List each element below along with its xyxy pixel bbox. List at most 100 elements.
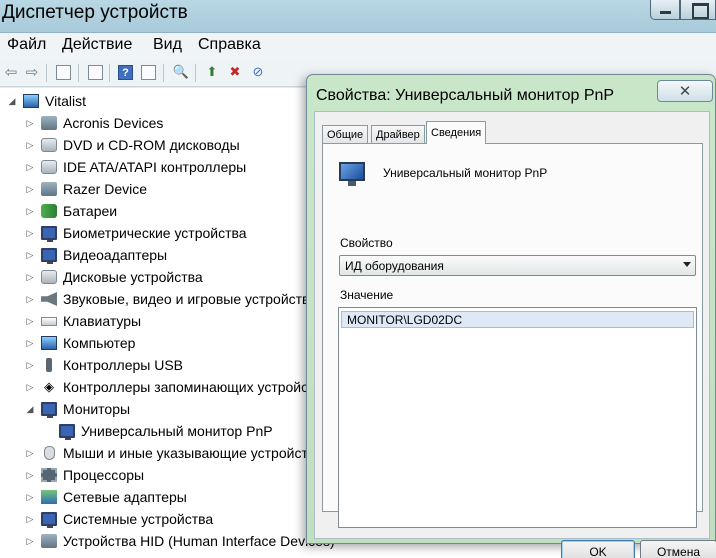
tree-item-generic-pnp-monitor[interactable]: Универсальный монитор PnP xyxy=(59,420,273,442)
device-name: Универсальный монитор PnP xyxy=(383,166,548,180)
computer-icon xyxy=(41,336,57,350)
storage-controller-icon: ◈ xyxy=(44,379,54,394)
monitor-icon xyxy=(59,424,75,440)
dvd-drive-icon xyxy=(41,138,57,152)
tree-item-sound[interactable]: ▷ Звуковые, видео и игровые устройства xyxy=(25,288,318,310)
battery-icon xyxy=(41,204,57,218)
tree-item-ide[interactable]: ▷ IDE ATA/ATAPI контроллеры xyxy=(25,156,247,178)
expand-triangle-icon[interactable]: ▷ xyxy=(25,382,35,393)
device-icon xyxy=(41,116,57,130)
update-driver-icon[interactable]: ⬆ xyxy=(203,63,221,81)
collapse-triangle-icon[interactable]: ◢ xyxy=(25,404,35,415)
expand-triangle-icon[interactable]: ▷ xyxy=(25,492,35,503)
chevron-down-icon xyxy=(683,262,691,267)
tree-item-storage-controllers[interactable]: ▷ ◈ Контроллеры запоминающих устройств xyxy=(25,376,322,398)
property-select[interactable]: ИД оборудования xyxy=(339,255,696,276)
property-select-value: ИД оборудования xyxy=(345,259,444,273)
system-device-icon xyxy=(41,512,57,528)
speaker-icon xyxy=(41,292,57,306)
expand-triangle-icon[interactable]: ▷ xyxy=(25,360,35,371)
forward-arrow-icon[interactable]: ⇨ xyxy=(23,63,41,81)
ide-controller-icon xyxy=(41,160,57,174)
expand-triangle-icon[interactable]: ▷ xyxy=(25,294,35,305)
properties-dialog: Свойства: Универсальный монитор PnP ✕ Об… xyxy=(306,74,716,558)
tree-item-system-devices[interactable]: ▷ Системные устройства xyxy=(25,508,213,530)
window-title: Диспетчер устройств xyxy=(2,2,188,23)
tree-item-keyboards[interactable]: ▷ Клавиатуры xyxy=(25,310,142,332)
toolbar-separator xyxy=(163,64,164,82)
details-panel: Универсальный монитор PnP Свойство ИД об… xyxy=(322,143,703,528)
tree-item-network-adapters[interactable]: ▷ Сетевые адаптеры xyxy=(25,486,187,508)
expand-triangle-icon[interactable]: ▷ xyxy=(25,338,35,349)
properties-icon[interactable] xyxy=(88,65,103,80)
tree-item-dvd[interactable]: ▷ DVD и CD-ROM дисководы xyxy=(25,134,240,156)
ok-button[interactable]: OK xyxy=(561,540,635,558)
value-list[interactable]: MONITOR\LGD02DC xyxy=(338,307,697,528)
tree-item-video-adapters[interactable]: ▷ Видеоадаптеры xyxy=(25,244,167,266)
minimize-button[interactable] xyxy=(650,0,680,20)
cancel-button[interactable]: Отмена xyxy=(640,540,716,558)
tree-item-acronis[interactable]: ▷ Acronis Devices xyxy=(25,112,164,134)
value-label: Значение xyxy=(340,288,394,302)
list-item[interactable]: MONITOR\LGD02DC xyxy=(341,311,694,328)
property-label: Свойство xyxy=(340,236,393,250)
expand-triangle-icon[interactable]: ▷ xyxy=(25,118,35,129)
help-icon[interactable]: ? xyxy=(118,65,133,80)
scan-hardware-icon[interactable]: 🔍 xyxy=(172,63,190,81)
maximize-button[interactable] xyxy=(680,0,716,20)
tree-item-usb[interactable]: ▷ Контроллеры USB xyxy=(25,354,183,376)
menu-view[interactable]: Вид xyxy=(153,36,182,54)
toolbar-separator xyxy=(46,64,47,82)
expand-triangle-icon[interactable]: ▷ xyxy=(25,228,35,239)
expand-triangle-icon[interactable]: ▷ xyxy=(25,470,35,481)
toolbar-separator xyxy=(109,64,110,82)
tree-item-batteries[interactable]: ▷ Батареи xyxy=(25,200,118,222)
expand-triangle-icon[interactable]: ▷ xyxy=(25,206,35,217)
tree-item-mice[interactable]: ▷ Мыши и иные указывающие устройства xyxy=(25,442,323,464)
close-icon[interactable]: ✕ xyxy=(657,80,713,102)
tab-driver[interactable]: Драйвер xyxy=(371,125,425,143)
expand-triangle-icon[interactable]: ▷ xyxy=(25,448,35,459)
hid-icon xyxy=(41,534,57,548)
computer-icon xyxy=(23,94,39,108)
tab-details[interactable]: Сведения xyxy=(426,121,487,144)
tree-item-hid[interactable]: ▷ Устройства HID (Human Interface Device… xyxy=(25,530,335,552)
tree-item-processors[interactable]: ▷ Процессоры xyxy=(25,464,145,486)
biometric-icon xyxy=(41,226,57,242)
menu-bar: Файл Действие Вид Справка xyxy=(0,33,716,59)
main-title-bar: Диспетчер устройств xyxy=(0,0,716,33)
network-adapter-icon xyxy=(41,490,57,504)
tree-item-computer[interactable]: ▷ Компьютер xyxy=(25,332,136,354)
menu-file[interactable]: Файл xyxy=(7,36,46,54)
monitor-icon xyxy=(339,162,365,186)
keyboard-icon xyxy=(41,316,57,326)
tree-root[interactable]: ◢ Vitalist xyxy=(7,90,86,112)
expand-triangle-icon[interactable]: ▷ xyxy=(25,536,35,547)
collapse-triangle-icon[interactable]: ◢ xyxy=(7,96,17,107)
view-icon[interactable] xyxy=(141,65,156,80)
expand-triangle-icon[interactable]: ▷ xyxy=(25,316,35,327)
monitor-icon xyxy=(41,402,57,418)
tree-item-disk-drives[interactable]: ▷ Дисковые устройства xyxy=(25,266,203,288)
expand-triangle-icon[interactable]: ▷ xyxy=(25,250,35,261)
tree-item-biometric[interactable]: ▷ Биометрические устройства xyxy=(25,222,247,244)
tab-general[interactable]: Общие xyxy=(322,125,369,143)
uninstall-icon[interactable]: ✖ xyxy=(226,63,244,81)
mouse-icon xyxy=(44,446,55,460)
menu-help[interactable]: Справка xyxy=(198,36,261,54)
expand-triangle-icon[interactable]: ▷ xyxy=(25,162,35,173)
expand-triangle-icon[interactable]: ▷ xyxy=(25,514,35,525)
device-icon xyxy=(41,182,57,196)
tree-item-razer[interactable]: ▷ Razer Device xyxy=(25,178,148,200)
dialog-title: Свойства: Универсальный монитор PnP xyxy=(316,87,615,104)
menu-action[interactable]: Действие xyxy=(62,36,132,54)
tree-item-monitors[interactable]: ◢ Мониторы xyxy=(25,398,130,420)
console-tree-icon[interactable] xyxy=(56,65,71,80)
back-arrow-icon[interactable]: ⇦ xyxy=(2,63,20,81)
expand-triangle-icon[interactable]: ▷ xyxy=(25,272,35,283)
disk-drive-icon xyxy=(41,270,57,284)
expand-triangle-icon[interactable]: ▷ xyxy=(25,140,35,151)
disable-device-icon[interactable]: ⊘ xyxy=(249,63,267,81)
dialog-body: Общие Драйвер Сведения Универсальный мон… xyxy=(314,111,716,558)
expand-triangle-icon[interactable]: ▷ xyxy=(25,184,35,195)
